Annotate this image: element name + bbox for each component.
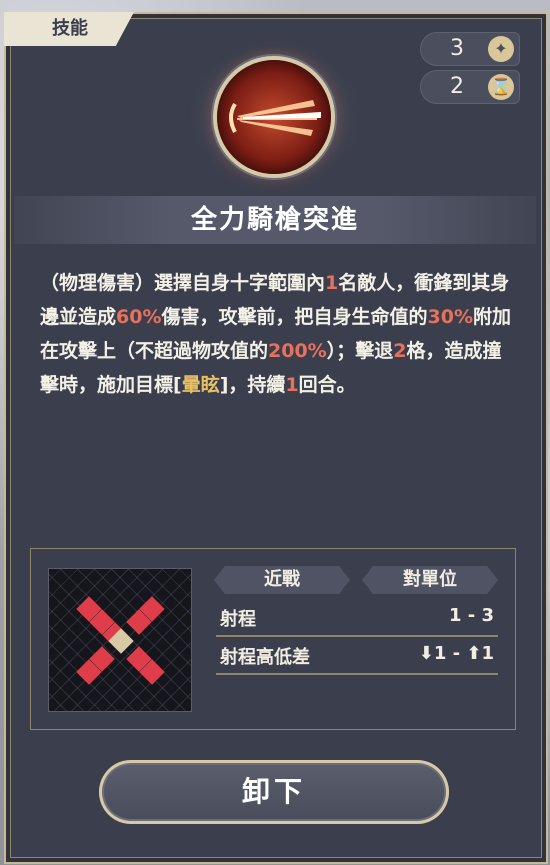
tab-skill[interactable]: 技能 bbox=[4, 12, 134, 46]
cooldown-count: 2 bbox=[450, 74, 464, 99]
energy-count: 3 bbox=[450, 36, 464, 61]
energy-counter: 3 ✦ bbox=[420, 32, 520, 66]
lance-charge-icon bbox=[217, 60, 331, 174]
target-type-badge: 對單位 bbox=[362, 566, 498, 594]
status-stun: 暈眩 bbox=[181, 374, 220, 396]
hourglass-icon: ⌛ bbox=[488, 74, 514, 100]
unload-button[interactable]: 卸下 bbox=[99, 760, 449, 824]
skill-description: （物理傷害）選擇自身十字範圍內1名敵人，衝鋒到其身邊並造成60%傷害，攻擊前，把… bbox=[40, 272, 512, 396]
skill-name: 全力騎槍突進 bbox=[14, 196, 536, 244]
range-pattern-map bbox=[48, 568, 192, 712]
attack-type-badge: 近戰 bbox=[214, 566, 350, 594]
height-diff-row: 射程高低差 ⬇1 - ⬆1 bbox=[216, 637, 498, 675]
sparkle-icon: ✦ bbox=[488, 36, 514, 62]
range-row: 射程 1 - 3 bbox=[216, 599, 498, 637]
cooldown-counter: 2 ⌛ bbox=[420, 70, 520, 104]
